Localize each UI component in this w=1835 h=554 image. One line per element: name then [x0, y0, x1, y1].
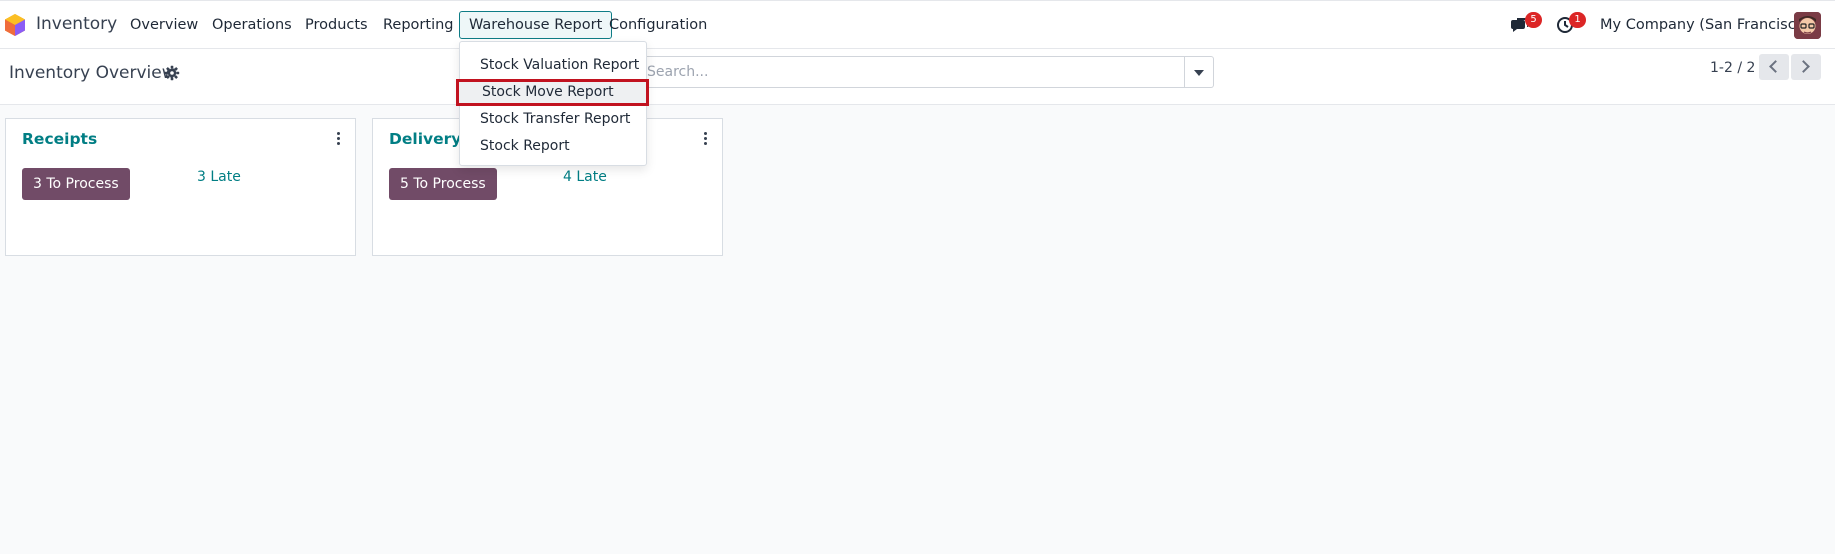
pager-value[interactable]: 1-2 / 2: [1710, 60, 1755, 76]
search-box: [632, 56, 1185, 88]
page-title: Inventory Overview: [9, 63, 176, 83]
operation-card-receipts: Receipts 3 To Process 3 Late: [5, 118, 356, 256]
menu-warehouse-report[interactable]: Warehouse Report: [459, 11, 613, 39]
chevron-right-icon: [1797, 60, 1810, 73]
user-avatar-icon: [1794, 12, 1821, 39]
card-title[interactable]: Receipts: [22, 130, 97, 148]
menu-configuration[interactable]: Configuration: [609, 17, 707, 33]
menu-item-stock-move-report[interactable]: Stock Move Report: [456, 79, 649, 106]
app-name[interactable]: Inventory: [36, 14, 117, 34]
user-avatar[interactable]: [1794, 12, 1821, 39]
menu-item-stock-transfer-report[interactable]: Stock Transfer Report: [460, 106, 646, 133]
inventory-app-icon[interactable]: [4, 13, 26, 37]
late-link[interactable]: 3 Late: [197, 169, 241, 185]
to-process-button[interactable]: 5 To Process: [389, 168, 497, 200]
pager-previous-button[interactable]: [1759, 54, 1789, 80]
control-panel: Inventory Overview 1-2 / 2: [0, 49, 1835, 105]
menu-overview[interactable]: Overview: [130, 17, 198, 33]
activities-badge: 1: [1569, 12, 1586, 28]
top-navbar: Inventory Overview Operations Products R…: [0, 0, 1835, 49]
menu-products[interactable]: Products: [305, 17, 368, 33]
late-link[interactable]: 4 Late: [563, 169, 607, 185]
chevron-left-icon: [1769, 60, 1782, 73]
search-options-toggle[interactable]: [1185, 56, 1214, 88]
to-process-button[interactable]: 3 To Process: [22, 168, 130, 200]
gear-icon[interactable]: [164, 65, 180, 81]
warehouse-report-dropdown: Stock Valuation Report Stock Move Report…: [456, 41, 649, 166]
card-options-icon[interactable]: [335, 132, 341, 148]
menu-item-stock-report[interactable]: Stock Report: [460, 133, 646, 160]
search-input[interactable]: [633, 57, 1184, 87]
menu-reporting[interactable]: Reporting: [383, 17, 454, 33]
pager-next-button[interactable]: [1791, 54, 1821, 80]
company-switcher[interactable]: My Company (San Francisco): [1600, 17, 1810, 33]
menu-item-stock-valuation-report[interactable]: Stock Valuation Report: [460, 52, 646, 79]
card-options-icon[interactable]: [702, 132, 708, 148]
messages-badge: 5: [1525, 12, 1542, 28]
menu-operations[interactable]: Operations: [212, 17, 292, 33]
